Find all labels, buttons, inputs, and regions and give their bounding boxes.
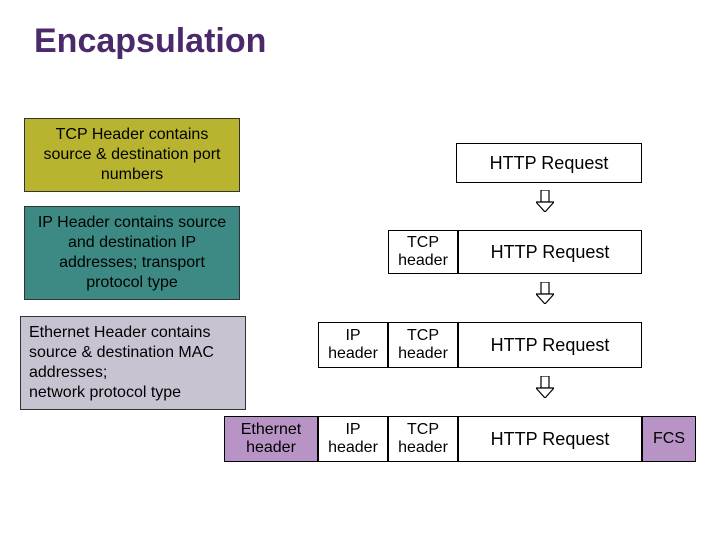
ethernet-header-description: Ethernet Header contains source & destin…: [20, 316, 246, 410]
tcp-header-block-row3: TCP header: [388, 322, 458, 368]
slide-title: Encapsulation: [0, 0, 720, 71]
down-arrow-icon: [536, 282, 554, 304]
http-request-block-row2: HTTP Request: [458, 230, 642, 274]
tcp-header-block-row4: TCP header: [388, 416, 458, 462]
tcp-header-block-row2: TCP header: [388, 230, 458, 274]
http-request-block-row4: HTTP Request: [458, 416, 642, 462]
fcs-block-row4: FCS: [642, 416, 696, 462]
ip-header-block-row3: IP header: [318, 322, 388, 368]
http-request-block-row1: HTTP Request: [456, 143, 642, 183]
ip-header-block-row4: IP header: [318, 416, 388, 462]
ethernet-header-block-row4: Ethernet header: [224, 416, 318, 462]
http-request-block-row3: HTTP Request: [458, 322, 642, 368]
tcp-header-description: TCP Header contains source & destination…: [24, 118, 240, 192]
down-arrow-icon: [536, 190, 554, 212]
down-arrow-icon: [536, 376, 554, 398]
ip-header-description: IP Header contains source and destinatio…: [24, 206, 240, 300]
